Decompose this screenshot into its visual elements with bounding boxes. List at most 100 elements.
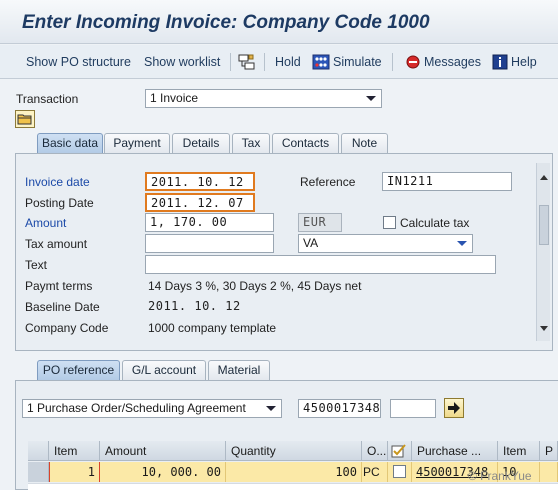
arrow-right-icon: [448, 402, 460, 414]
simulate-label: Simulate: [333, 55, 382, 69]
tab-note-label: Note: [351, 136, 378, 150]
tab-payment-label: Payment: [113, 136, 161, 150]
cell-order-unit[interactable]: PC: [362, 462, 388, 482]
po-number-field[interactable]: 4500017348: [298, 399, 381, 418]
tab-gl-account[interactable]: G/L account: [122, 360, 206, 380]
po-document-type-select[interactable]: 1 Purchase Order/Scheduling Agreement: [22, 399, 282, 418]
show-po-structure-button[interactable]: Show PO structure: [26, 45, 131, 79]
chevron-down-icon: [266, 406, 276, 411]
column-header-order-unit[interactable]: O...: [362, 441, 388, 461]
toolbar-separator: [392, 53, 393, 71]
calculate-tax-checkbox[interactable]: [383, 216, 396, 229]
tab-contacts-label: Contacts: [281, 136, 330, 150]
po-document-type-value: 1 Purchase Order/Scheduling Agreement: [27, 401, 246, 415]
transaction-select[interactable]: 1 Invoice: [145, 89, 382, 108]
invoice-date-field[interactable]: 2011. 10. 12: [145, 172, 255, 191]
transaction-value: 1 Invoice: [150, 91, 199, 105]
cell-p[interactable]: [540, 462, 558, 482]
tab-details-label: Details: [182, 136, 220, 150]
toolbar-separator: [230, 53, 231, 71]
company-code-value: 1000 company template: [148, 321, 277, 335]
scroll-thumb[interactable]: [539, 205, 549, 245]
payment-terms-label: Paymt terms: [25, 279, 93, 293]
tab-tax-label: Tax: [241, 136, 261, 150]
tax-code-value: VA: [303, 236, 319, 250]
calculate-tax-label: Calculate tax: [400, 216, 470, 230]
simulate-button[interactable]: Simulate: [312, 45, 382, 79]
posting-date-field[interactable]: 2011. 12. 07: [145, 193, 255, 212]
currency-field: EUR: [298, 213, 342, 232]
posting-date-label: Posting Date: [25, 196, 94, 210]
show-po-structure-label: Show PO structure: [26, 55, 131, 69]
toolbar-separator: [264, 53, 265, 71]
tax-amount-field[interactable]: [145, 234, 274, 253]
tab-po-reference[interactable]: PO reference: [37, 360, 120, 380]
invoice-date-label: Invoice date: [25, 175, 90, 189]
hold-label: Hold: [275, 55, 301, 69]
tax-code-select[interactable]: VA: [298, 234, 473, 253]
column-header-quantity[interactable]: Quantity: [226, 441, 362, 461]
folder-icon: [17, 114, 32, 125]
page-title: Enter Incoming Invoice: Company Code 100…: [22, 12, 430, 33]
chevron-down-icon: [366, 96, 376, 101]
transaction-label: Transaction: [16, 92, 79, 106]
show-worklist-button[interactable]: Show worklist: [144, 45, 220, 79]
help-label: Help: [511, 55, 537, 69]
application-toolbar: Show PO structure Show worklist Hold Sim…: [0, 45, 558, 79]
tree-toggle-button[interactable]: [238, 45, 256, 79]
hold-button[interactable]: Hold: [275, 45, 301, 79]
tab-gl-account-label: G/L account: [131, 363, 197, 377]
tab-basic-data[interactable]: Basic data: [37, 133, 103, 153]
row-selector[interactable]: [28, 462, 49, 482]
column-header-amount[interactable]: Amount: [100, 441, 226, 461]
cell-item[interactable]: 1: [49, 462, 100, 482]
tab-material-label: Material: [217, 363, 261, 377]
cell-quantity[interactable]: 100: [226, 462, 362, 482]
tab-details[interactable]: Details: [172, 133, 230, 153]
help-icon: [492, 54, 508, 70]
simulate-icon: [312, 54, 330, 70]
amount-label: Amount: [25, 216, 67, 230]
vertical-scrollbar[interactable]: [536, 163, 550, 341]
transfer-button[interactable]: [444, 398, 464, 418]
po-extra-field[interactable]: [390, 399, 436, 418]
tab-note[interactable]: Note: [341, 133, 388, 153]
title-bar: Enter Incoming Invoice: Company Code 100…: [0, 0, 558, 44]
text-field[interactable]: [145, 255, 496, 274]
messages-button[interactable]: Messages: [405, 45, 481, 79]
tab-payment[interactable]: Payment: [104, 133, 170, 153]
checkmark-icon: [391, 444, 406, 458]
row-checkbox[interactable]: [393, 465, 406, 478]
column-header-po-item[interactable]: Item: [498, 441, 540, 461]
chevron-down-icon: [457, 241, 467, 246]
scroll-up-icon[interactable]: [540, 175, 548, 180]
scroll-down-icon[interactable]: [540, 326, 548, 331]
tab-tax[interactable]: Tax: [232, 133, 270, 153]
column-header-item[interactable]: Item: [49, 441, 100, 461]
amount-field[interactable]: 1, 170. 00: [145, 213, 274, 232]
baseline-date-value: 2011. 10. 12: [148, 299, 241, 313]
help-button[interactable]: Help: [492, 45, 537, 79]
payment-terms-value: 14 Days 3 %, 30 Days 2 %, 45 Days net: [148, 279, 362, 293]
column-header-purchase-order[interactable]: Purchase ...: [412, 441, 498, 461]
messages-icon: [406, 55, 420, 69]
show-worklist-label: Show worklist: [144, 55, 221, 69]
watermark: © FrankYue: [468, 469, 532, 483]
cell-check: [388, 462, 412, 482]
company-code-label: Company Code: [25, 321, 109, 335]
table-empty-row: [28, 483, 558, 490]
reference-label: Reference: [300, 175, 356, 189]
tab-material[interactable]: Material: [208, 360, 270, 380]
cell-amount[interactable]: 10, 000. 00: [100, 462, 226, 482]
text-label: Text: [25, 258, 48, 272]
row-selector-header[interactable]: [28, 441, 49, 461]
baseline-date-label: Baseline Date: [25, 300, 100, 314]
reference-field[interactable]: IN1211: [382, 172, 512, 191]
column-header-p[interactable]: P: [540, 441, 558, 461]
open-folder-button[interactable]: [15, 110, 35, 128]
column-header-check[interactable]: [388, 441, 412, 461]
tree-structure-icon: [238, 54, 255, 70]
tax-amount-label: Tax amount: [25, 237, 88, 251]
tab-contacts[interactable]: Contacts: [272, 133, 339, 153]
messages-label: Messages: [424, 55, 481, 69]
